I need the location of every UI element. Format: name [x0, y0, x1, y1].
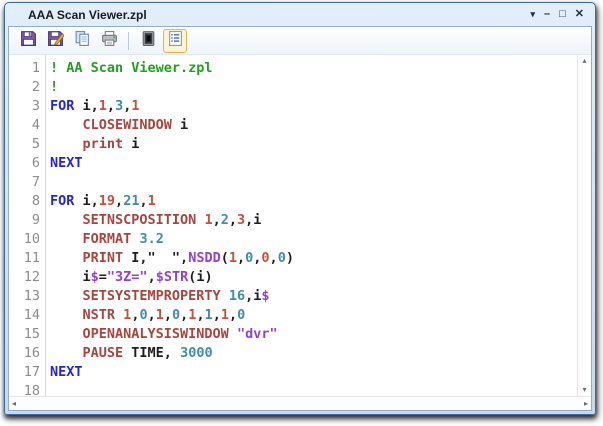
code-line[interactable]: 7 — [9, 173, 577, 192]
scroll-down-icon[interactable]: ▾ — [582, 386, 586, 394]
code-lines: 1! AA Scan Viewer.zpl 2! 3 FOR i,1,3,1 4 CLO… — [9, 59, 577, 396]
code-text: FOR i,19,21,1 — [50, 193, 156, 209]
code-text: FOR i,1,3,1 — [50, 98, 140, 114]
line-number: 5 — [31, 136, 40, 152]
line-number: 14 — [23, 307, 40, 323]
line-number: 3 — [31, 98, 40, 114]
horizontal-scrollbar[interactable]: ◂ ▸ — [9, 396, 591, 410]
copy-pages-icon — [74, 30, 91, 52]
code-text: NSTR 1,0,1,0,1,1,1,0 — [82, 307, 246, 323]
code-text: FORMAT 3.2 — [82, 231, 164, 247]
code-text: SETSYSTEMPROPERTY 16,i$ — [82, 288, 270, 304]
title-bar[interactable]: AAA Scan Viewer.zpl ▾ – □ ✕ — [8, 3, 592, 26]
code-line[interactable]: 1 ! AA Scan Viewer.zpl — [9, 59, 577, 78]
code-text: CLOSEWINDOW i — [82, 117, 189, 133]
code-line[interactable]: 12 i$="3Z=",$STR(i) — [9, 268, 577, 287]
code-line[interactable]: 5 print i — [9, 135, 577, 154]
code-text: PRINT I," ",NSDD(1,0,0,0) — [82, 250, 294, 266]
code-line[interactable]: 13 SETSYSTEMPROPERTY 16,i$ — [9, 287, 577, 306]
line-number: 16 — [23, 345, 40, 361]
code-line[interactable]: 14 NSTR 1,0,1,0,1,1,1,0 — [9, 306, 577, 325]
code-line[interactable]: 8 FOR i,19,21,1 — [9, 192, 577, 211]
code-line[interactable]: 10 FORMAT 3.2 — [9, 230, 577, 249]
line-number: 17 — [23, 364, 40, 380]
numbered-list-icon — [167, 30, 184, 52]
scan-viewer-window: AAA Scan Viewer.zpl ▾ – □ ✕ 1 ! AA Scan … — [4, 2, 596, 415]
copy-button[interactable] — [70, 29, 94, 53]
scroll-right-icon[interactable]: ▸ — [584, 399, 588, 408]
editor: 1! AA Scan Viewer.zpl 2! 3 FOR i,1,3,1 4 CLO… — [9, 55, 591, 410]
line-number: 10 — [23, 231, 40, 247]
code-text: NEXT — [50, 155, 83, 171]
code-line[interactable]: 16 PAUSE TIME, 3000 — [9, 344, 577, 363]
code-text: ! — [50, 79, 59, 95]
minimize-icon[interactable]: – — [544, 9, 550, 20]
print-button[interactable] — [97, 29, 121, 53]
code-line[interactable]: 15 OPENANALYSISWINDOW "dvr" — [9, 325, 577, 344]
vertical-scrollbar[interactable]: ▴ ▾ — [577, 55, 591, 396]
line-number: 1 — [31, 60, 40, 76]
line-number: 12 — [23, 269, 40, 285]
save-button[interactable] — [16, 29, 40, 53]
dark-frame-icon — [140, 30, 157, 52]
line-number: 13 — [23, 288, 40, 304]
window-menu-icon[interactable]: ▾ — [530, 9, 535, 20]
code-text: NEXT — [50, 364, 83, 380]
code-line[interactable]: 18 — [9, 382, 577, 396]
line-number: 8 — [31, 193, 40, 209]
line-number: 6 — [31, 155, 40, 171]
save-as-button[interactable] — [43, 29, 67, 53]
code-line[interactable]: 6 NEXT — [9, 154, 577, 173]
window-title: AAA Scan Viewer.zpl — [28, 7, 147, 22]
floppy-disk-pencil-icon — [47, 30, 65, 52]
window-client-area: 1! AA Scan Viewer.zpl 2! 3 FOR i,1,3,1 4 CLO… — [8, 26, 592, 411]
printer-icon — [101, 30, 118, 52]
gutter-separator — [45, 55, 46, 396]
code-text: print i — [82, 136, 140, 152]
code-text: PAUSE TIME, 3000 — [82, 345, 213, 361]
code-line[interactable]: 9 SETNSCPOSITION 1,2,3,i — [9, 211, 577, 230]
code-editor-area[interactable]: 1! AA Scan Viewer.zpl 2! 3 FOR i,1,3,1 4 CLO… — [9, 55, 577, 396]
code-line[interactable]: 3 FOR i,1,3,1 — [9, 97, 577, 116]
code-text: i$="3Z=",$STR(i) — [50, 269, 213, 285]
invert-display-button[interactable] — [136, 29, 160, 53]
line-number: 18 — [23, 383, 40, 396]
screen: AAA Scan Viewer.zpl ▾ – □ ✕ 1 ! AA Scan … — [0, 0, 603, 426]
toolbar — [9, 27, 591, 55]
code-text: ! AA Scan Viewer.zpl — [50, 60, 213, 76]
code-text: OPENANALYSISWINDOW "dvr" — [82, 326, 278, 342]
line-number: 9 — [31, 212, 40, 228]
line-number: 2 — [31, 79, 40, 95]
line-number: 15 — [23, 326, 40, 342]
line-number: 4 — [31, 117, 40, 133]
toolbar-separator — [128, 31, 129, 50]
code-line[interactable]: 2! — [9, 78, 577, 97]
line-numbers-button[interactable] — [163, 28, 187, 53]
window-controls: ▾ – □ ✕ — [530, 9, 592, 20]
floppy-disk-icon — [20, 30, 37, 52]
maximize-icon[interactable]: □ — [559, 9, 566, 20]
line-number: 11 — [23, 250, 40, 266]
code-text: SETNSCPOSITION 1,2,3,i — [82, 212, 262, 228]
code-line[interactable]: 11 PRINT I," ",NSDD(1,0,0,0) — [9, 249, 577, 268]
close-icon[interactable]: ✕ — [575, 9, 584, 20]
code-line[interactable]: 17 NEXT — [9, 363, 577, 382]
scroll-left-icon[interactable]: ◂ — [12, 399, 16, 408]
code-line[interactable]: 4 CLOSEWINDOW i — [9, 116, 577, 135]
line-number: 7 — [31, 174, 40, 190]
scroll-up-icon[interactable]: ▴ — [582, 57, 586, 65]
